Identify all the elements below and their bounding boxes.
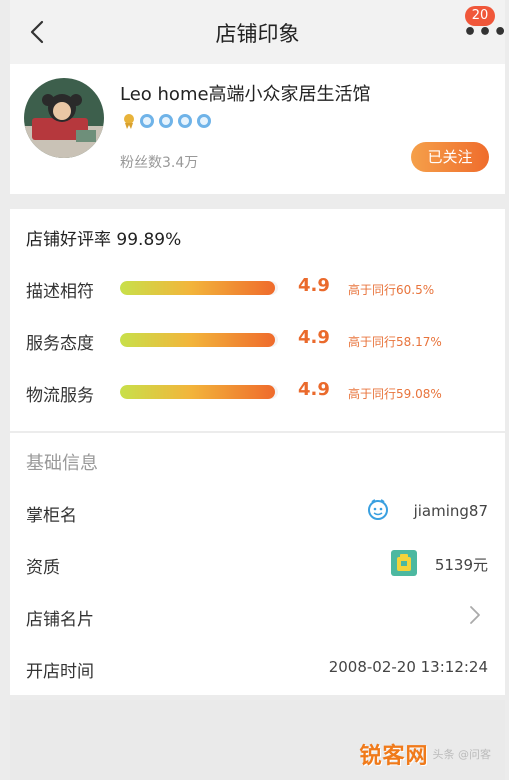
score-bar xyxy=(120,333,278,347)
more-dots-icon: ••• xyxy=(463,20,509,45)
score-bar xyxy=(120,385,278,399)
score-row-description: 描述相符 4.9 高于同行60.5% xyxy=(26,275,496,302)
crown-icon xyxy=(197,114,211,128)
info-value: 5139元 xyxy=(434,556,488,574)
shop-profile-card: Leo home高端小众家居生活馆 粉丝数3.4万 已关注 xyxy=(10,64,505,194)
watermark-sub: 头条 @问客 xyxy=(432,748,492,761)
score-bar xyxy=(120,281,278,295)
info-row-qualification[interactable]: 资质 5139元 xyxy=(26,549,488,579)
score-compare: 高于同行60.5% xyxy=(348,283,435,297)
follow-button[interactable]: 已关注 xyxy=(411,142,489,172)
score-compare: 高于同行59.08% xyxy=(348,387,442,401)
watermark: 锐客网 头条 @问客 xyxy=(359,738,491,770)
score-label: 服务态度 xyxy=(26,334,94,354)
info-value: 2008-02-20 13:12:24 xyxy=(328,658,488,676)
info-label: 开店时间 xyxy=(26,662,94,682)
chevron-right-icon[interactable] xyxy=(468,603,482,627)
info-label: 店铺名片 xyxy=(26,610,94,630)
basic-info-card: 基础信息 掌柜名 jiaming87 资质 5139元 店铺名片 开店时间 20… xyxy=(10,433,505,695)
crown-icon xyxy=(178,114,192,128)
watermark-main: 锐客网 xyxy=(359,744,429,769)
info-value: jiaming87 xyxy=(413,502,488,520)
score-value: 4.9 xyxy=(298,327,330,348)
score-row-service: 服务态度 4.9 高于同行58.17% xyxy=(26,327,496,354)
score-label: 描述相符 xyxy=(26,282,94,302)
notification-badge: 20 xyxy=(465,6,495,26)
page-title: 店铺印象 xyxy=(215,22,300,46)
deposit-shield-icon xyxy=(390,549,418,577)
score-label: 物流服务 xyxy=(26,386,94,406)
info-row-shopkeeper[interactable]: 掌柜名 jiaming87 xyxy=(26,497,488,527)
top-navbar: 店铺印象 ••• 20 xyxy=(10,0,509,64)
fans-count: 粉丝数3.4万 xyxy=(120,155,199,171)
info-row-business-card[interactable]: 店铺名片 xyxy=(26,601,488,631)
good-rate: 店铺好评率 99.89% xyxy=(26,230,182,250)
medal-icon xyxy=(124,114,134,129)
info-label: 掌柜名 xyxy=(26,506,77,526)
crown-icon xyxy=(159,114,173,128)
shop-avatar[interactable] xyxy=(24,78,104,158)
shop-rank xyxy=(122,112,212,130)
section-title: 基础信息 xyxy=(26,453,98,474)
rating-card: 店铺好评率 99.89% 描述相符 4.9 高于同行60.5% 服务态度 4.9… xyxy=(10,209,505,431)
shop-name: Leo home高端小众家居生活馆 xyxy=(120,84,371,105)
info-row-open-time: 开店时间 2008-02-20 13:12:24 xyxy=(26,653,488,683)
score-value: 4.9 xyxy=(298,275,330,296)
score-value: 4.9 xyxy=(298,379,330,400)
score-compare: 高于同行58.17% xyxy=(348,335,442,349)
crown-icon xyxy=(140,114,154,128)
info-label: 资质 xyxy=(26,558,60,578)
wangwang-chat-icon[interactable] xyxy=(366,497,390,523)
score-row-logistics: 物流服务 4.9 高于同行59.08% xyxy=(26,379,496,406)
